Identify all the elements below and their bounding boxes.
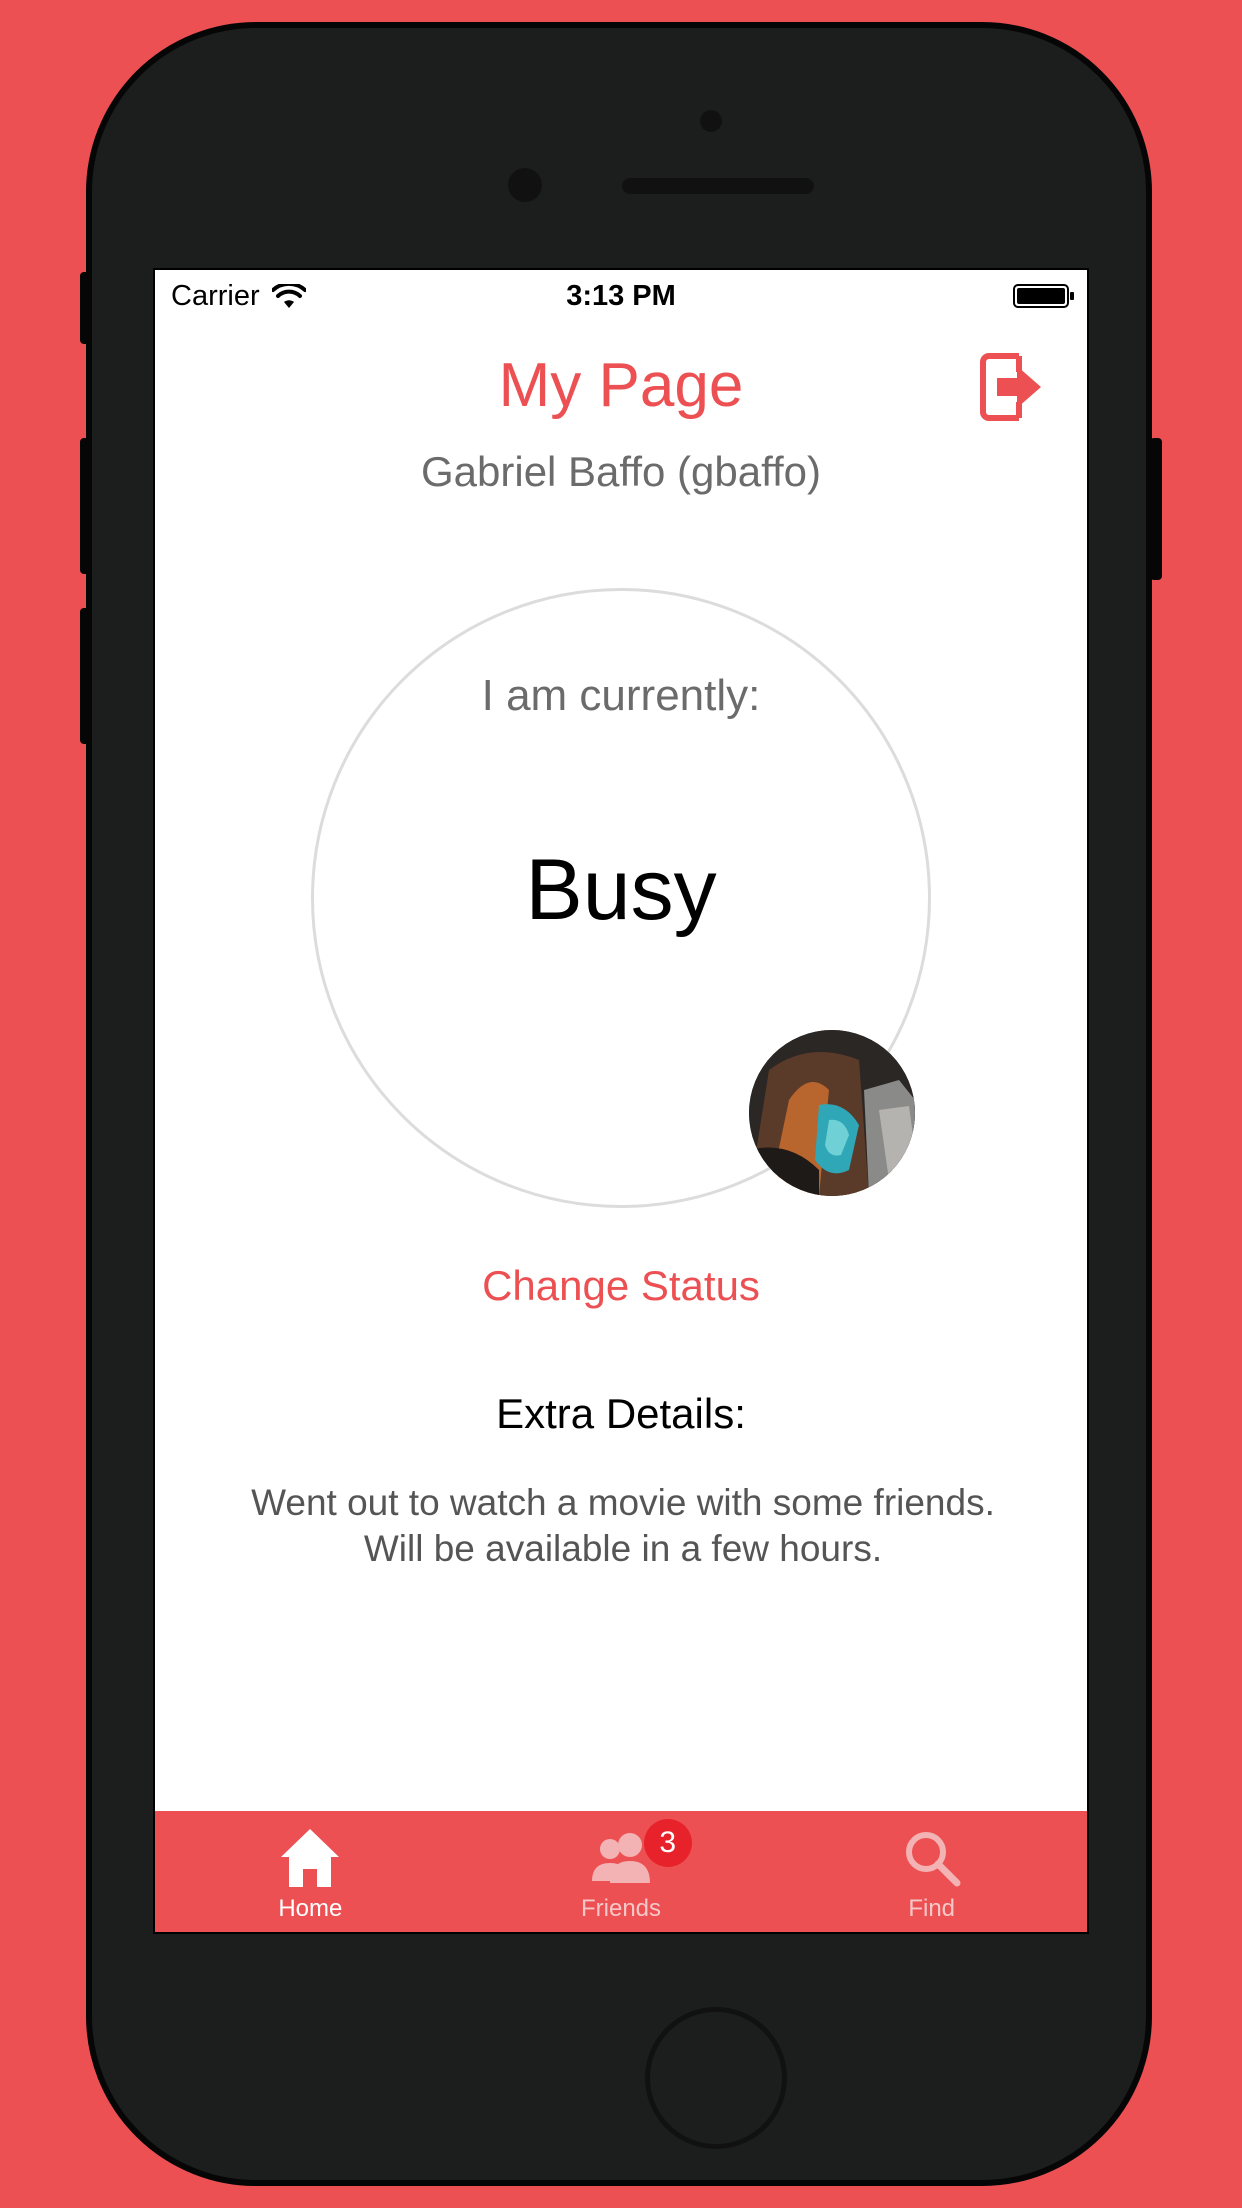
friends-badge: 3: [643, 1819, 692, 1867]
page-title: My Page: [498, 351, 744, 420]
status-value: Busy: [525, 842, 717, 938]
extra-details-heading: Extra Details:: [496, 1390, 746, 1437]
home-hardware-button[interactable]: [645, 2007, 787, 2149]
tab-find[interactable]: Find: [776, 1811, 1087, 1932]
extra-details-text: Went out to watch a movie with some frie…: [215, 1480, 1031, 1572]
status-bar: Carrier 3:13 PM: [155, 270, 1087, 322]
proximity-sensor: [508, 168, 542, 202]
tab-label: Friends: [580, 1895, 662, 1922]
home-icon: [281, 1829, 340, 1887]
tab-home[interactable]: Home: [155, 1811, 466, 1932]
user-name: Gabriel Baffo (gbaffo): [420, 448, 822, 495]
tab-label: Find: [908, 1895, 956, 1922]
front-camera: [700, 110, 722, 132]
earpiece-speaker: [622, 178, 814, 194]
app-screen: Carrier 3:13 PM My Page Gabriel Baffo (g…: [153, 268, 1089, 1934]
logout-icon[interactable]: [979, 348, 1043, 426]
tab-friends[interactable]: 3 Friends: [466, 1811, 777, 1932]
clock: 3:13 PM: [566, 280, 676, 312]
extra-details-line: Went out to watch a movie with some frie…: [251, 1482, 995, 1523]
search-icon: [905, 1832, 961, 1887]
change-status-button[interactable]: Change Status: [155, 1262, 1087, 1310]
extra-details-line: Will be available in a few hours.: [363, 1528, 883, 1569]
battery-icon: [1013, 284, 1074, 308]
avatar-photo: [749, 1030, 915, 1196]
currently-label: I am currently:: [481, 671, 761, 720]
avatar[interactable]: [749, 1030, 915, 1196]
tab-bar: Home 3 Friends Find: [155, 1811, 1087, 1932]
tab-label: Home: [278, 1895, 343, 1922]
